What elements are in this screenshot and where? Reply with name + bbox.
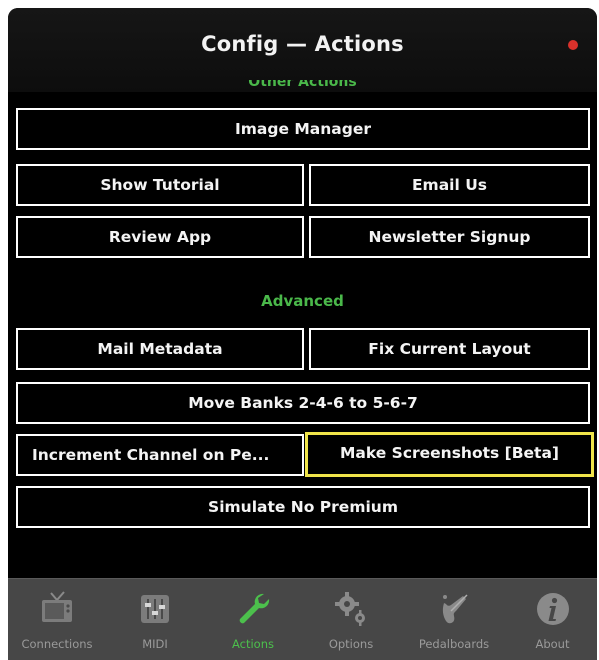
tab-about-label: About xyxy=(535,637,570,651)
midi-sliders-icon xyxy=(141,595,169,623)
tab-connections-label: Connections xyxy=(21,637,93,651)
tab-about[interactable]: About xyxy=(508,579,597,660)
email-us-button[interactable]: Email Us xyxy=(309,164,590,206)
tab-options[interactable]: Options xyxy=(302,579,400,660)
page-title: Config — Actions xyxy=(201,32,404,56)
status-dot xyxy=(568,40,578,50)
mail-metadata-button[interactable]: Mail Metadata xyxy=(16,328,304,370)
gears-icon xyxy=(335,592,365,626)
increment-channel-button[interactable]: Increment Channel on Pe... xyxy=(16,434,304,476)
wrench-icon xyxy=(239,593,270,624)
tab-pedalboards-label: Pedalboards xyxy=(418,637,490,651)
review-app-button[interactable]: Review App xyxy=(16,216,304,258)
fix-current-layout-button[interactable]: Fix Current Layout xyxy=(309,328,590,370)
image-manager-button[interactable]: Image Manager xyxy=(16,108,590,150)
section-header-advanced: Advanced xyxy=(261,292,344,310)
tab-actions-label: Actions xyxy=(231,637,274,651)
section-header-other-actions: Other Actions xyxy=(8,80,597,94)
tab-actions[interactable]: Actions xyxy=(204,579,302,660)
tab-pedalboards[interactable]: Pedalboards xyxy=(400,579,508,660)
guitar-icon xyxy=(442,594,468,624)
make-screenshots-button[interactable]: Make Screenshots [Beta] xyxy=(305,432,594,477)
section-header-other-actions-label: Other Actions xyxy=(248,80,357,90)
info-icon xyxy=(536,593,569,625)
tv-icon xyxy=(42,591,72,622)
tab-connections[interactable]: Connections xyxy=(8,579,106,660)
newsletter-signup-button[interactable]: Newsletter Signup xyxy=(309,216,590,258)
move-banks-button[interactable]: Move Banks 2-4-6 to 5-6-7 xyxy=(16,382,590,424)
tab-midi-label: MIDI xyxy=(142,637,168,651)
tab-midi[interactable]: MIDI xyxy=(106,579,204,660)
app-window: Config — Actions Other Actions Image Man… xyxy=(8,8,597,660)
show-tutorial-button[interactable]: Show Tutorial xyxy=(16,164,304,206)
tab-bar: Connections MIDI Actions Options Pedalbo… xyxy=(8,578,597,660)
tab-options-label: Options xyxy=(328,637,374,651)
simulate-no-premium-button[interactable]: Simulate No Premium xyxy=(16,486,590,528)
